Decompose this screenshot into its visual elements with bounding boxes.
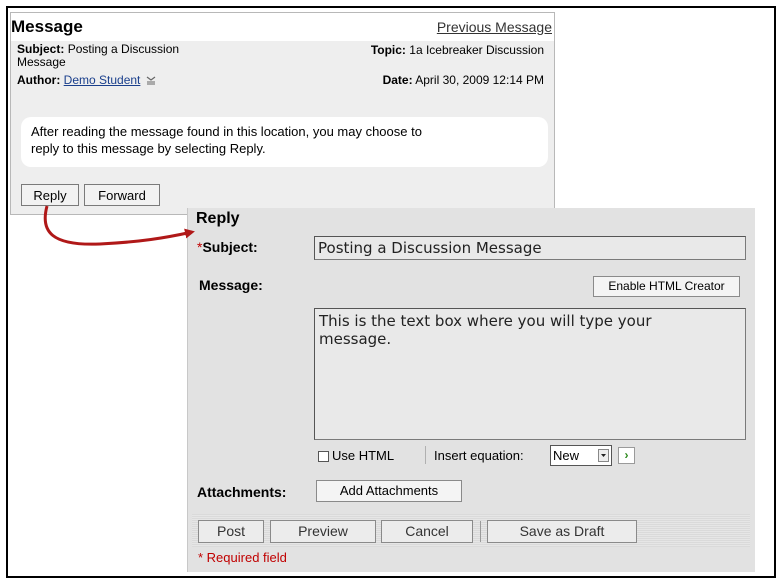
date-label: Date:: [382, 73, 413, 87]
reply-button[interactable]: Reply: [21, 184, 79, 206]
action-bar: Post Preview Cancel Save as Draft: [192, 514, 750, 547]
insert-equation-go-icon[interactable]: ›: [618, 447, 635, 464]
option-divider: [425, 446, 426, 464]
equation-select-value: New: [553, 448, 580, 463]
topic-label: Topic:: [370, 43, 406, 57]
message-panel: Message Previous Message Subject: Postin…: [10, 12, 555, 215]
forward-button[interactable]: Forward: [84, 184, 160, 206]
message-body-line1: After reading the message found in this …: [31, 124, 422, 139]
reply-subject-label-wrap: *Subject:: [197, 239, 258, 255]
subject-value-line2: Message: [17, 55, 66, 69]
date-meta: Date: April 30, 2009 12:14 PM: [383, 73, 544, 87]
author-link[interactable]: Demo Student: [64, 73, 141, 87]
message-title: Message: [11, 17, 83, 36]
reply-message-label: Message:: [199, 277, 263, 293]
preview-button[interactable]: Preview: [270, 520, 376, 543]
action-divider: [480, 521, 481, 542]
author-label: Author:: [17, 73, 61, 87]
chevron-down-icon[interactable]: [598, 449, 609, 462]
subject-label: Subject:: [17, 42, 65, 56]
subject-meta: Subject: Posting a Discussion Message: [17, 43, 179, 69]
reply-title: Reply: [196, 210, 240, 227]
reply-panel: Reply *Subject: Posting a Discussion Mes…: [187, 208, 755, 572]
author-meta: Author: Demo Student: [17, 73, 156, 88]
required-field-note: * Required field: [198, 550, 287, 565]
date-value: April 30, 2009 12:14 PM: [415, 73, 544, 87]
message-body: After reading the message found in this …: [21, 117, 548, 167]
message-header: Message Previous Message: [11, 13, 554, 41]
enable-html-creator-button[interactable]: Enable HTML Creator: [593, 276, 740, 297]
reply-subject-label: Subject:: [202, 239, 258, 255]
use-html-option[interactable]: Use HTML: [318, 448, 394, 463]
add-attachments-button[interactable]: Add Attachments: [316, 480, 462, 502]
message-body-line2: reply to this message by selecting Reply…: [31, 141, 266, 156]
reply-message-line1: This is the text box where you will type…: [319, 312, 652, 330]
topic-meta: Topic: 1a Icebreaker Discussion: [371, 43, 544, 57]
equation-select[interactable]: New: [550, 445, 612, 466]
use-html-checkbox[interactable]: [318, 451, 329, 463]
save-draft-button[interactable]: Save as Draft: [487, 520, 637, 543]
subject-value-line1: Posting a Discussion: [67, 42, 180, 56]
reply-subject-value: Posting a Discussion Message: [318, 239, 542, 257]
reply-subject-input[interactable]: Posting a Discussion Message: [314, 236, 746, 260]
previous-message-link[interactable]: Previous Message: [437, 19, 552, 35]
reply-message-textarea[interactable]: This is the text box where you will type…: [314, 308, 746, 440]
reply-message-line2: message.: [319, 330, 392, 348]
post-button[interactable]: Post: [198, 520, 264, 543]
topic-value: 1a Icebreaker Discussion: [409, 43, 544, 57]
author-menu-icon[interactable]: [146, 74, 156, 88]
insert-equation-label: Insert equation:: [434, 448, 524, 463]
attachments-label: Attachments:: [197, 484, 287, 500]
use-html-label: Use HTML: [332, 448, 395, 463]
cancel-button[interactable]: Cancel: [381, 520, 473, 543]
